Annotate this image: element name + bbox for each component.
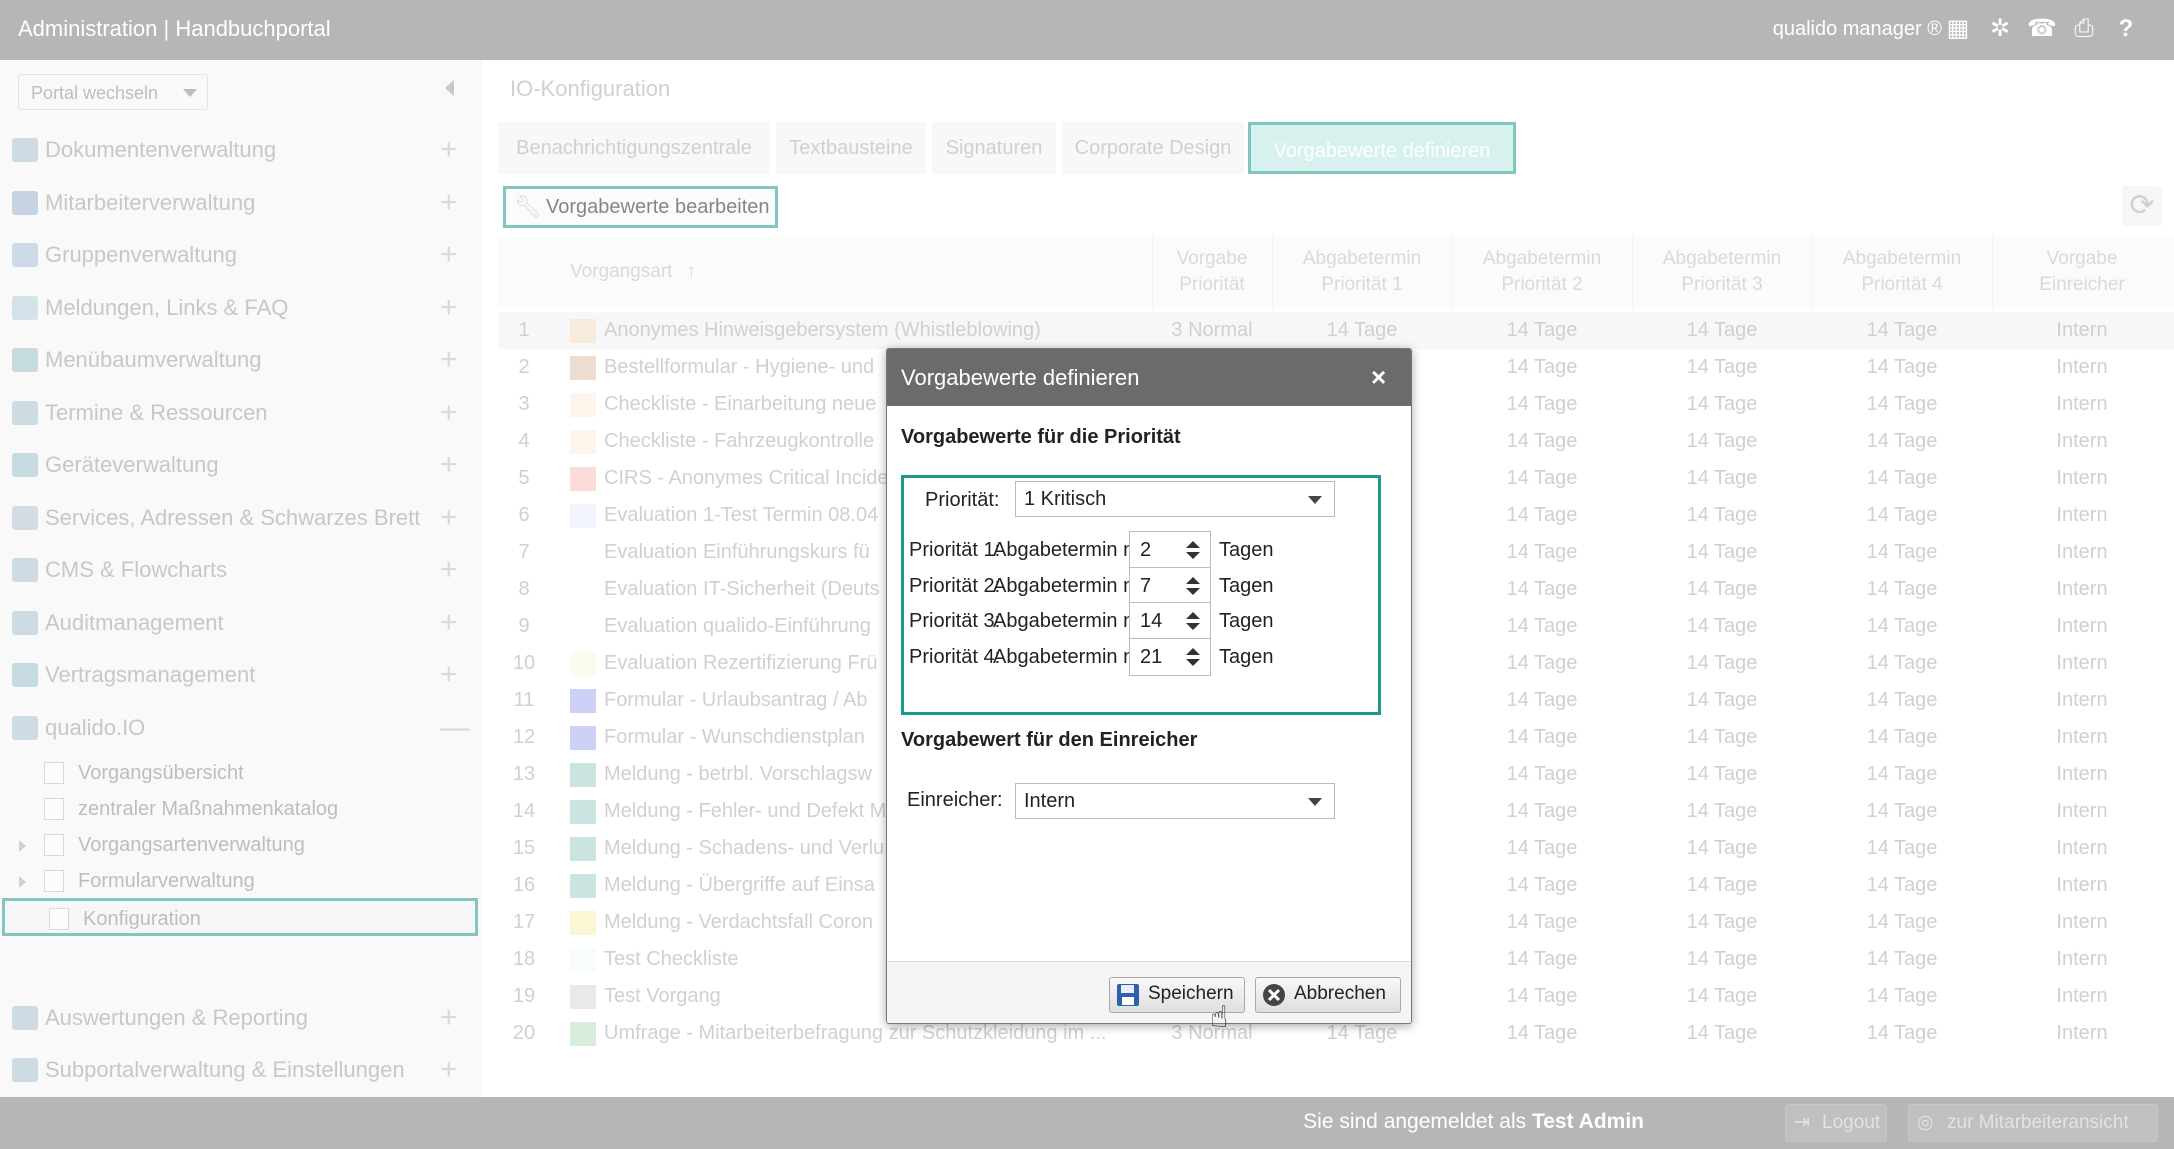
priority-row-label: Priorität 4:	[909, 646, 1001, 668]
dialog-header: Vorgabewerte definieren ×	[887, 349, 1411, 406]
priority-row-label: Priorität 1:	[909, 539, 1001, 561]
dialog-title: Vorgabewerte definieren	[901, 365, 1140, 390]
cancel-button[interactable]: Abbrechen	[1255, 977, 1401, 1013]
priority-select[interactable]: 1 Kritisch	[1015, 481, 1335, 517]
days-label: Tagen	[1219, 575, 1274, 597]
submitter-select-value: Intern	[1024, 790, 1076, 812]
increment-icon[interactable]	[1186, 541, 1200, 548]
priority-section-title: Vorgabewerte für die Priorität	[901, 426, 1181, 448]
decrement-icon[interactable]	[1186, 588, 1200, 595]
decrement-icon[interactable]	[1186, 623, 1200, 630]
priority-select-value: 1 Kritisch	[1024, 488, 1107, 510]
submitter-section-title: Vorgabewert für den Einreicher	[901, 729, 1198, 751]
cancel-icon	[1262, 983, 1286, 1007]
days-label: Tagen	[1219, 610, 1274, 632]
days-label: Tagen	[1219, 646, 1274, 668]
close-icon[interactable]: ×	[1371, 349, 1386, 406]
deadline-days-stepper[interactable]: 7	[1129, 567, 1211, 605]
deadline-days-value: 14	[1140, 610, 1163, 632]
cancel-label: Abbrechen	[1294, 983, 1386, 1004]
increment-icon[interactable]	[1186, 612, 1200, 619]
floppy-disk-icon	[1116, 983, 1140, 1007]
chevron-down-icon	[1308, 798, 1322, 806]
decrement-icon[interactable]	[1186, 552, 1200, 559]
deadline-days-stepper[interactable]: 21	[1129, 638, 1211, 676]
increment-icon[interactable]	[1186, 648, 1200, 655]
priority-label: Priorität:	[925, 489, 1000, 511]
priority-row-label: Priorität 3:	[909, 610, 1001, 632]
deadline-days-value: 21	[1140, 646, 1163, 668]
chevron-down-icon	[1308, 496, 1322, 504]
deadline-days-value: 2	[1140, 539, 1152, 561]
submitter-label: Einreicher:	[907, 789, 1003, 811]
defaults-dialog: Vorgabewerte definieren × Vorgabewerte f…	[886, 348, 1412, 1024]
increment-icon[interactable]	[1186, 577, 1200, 584]
decrement-icon[interactable]	[1186, 659, 1200, 666]
priority-row-label: Priorität 2:	[909, 575, 1001, 597]
submitter-select[interactable]: Intern	[1015, 783, 1335, 819]
deadline-days-stepper[interactable]: 2	[1129, 531, 1211, 569]
deadline-days-stepper[interactable]: 14	[1129, 602, 1211, 640]
deadline-days-value: 7	[1140, 575, 1152, 597]
hand-cursor-icon: ☝︎	[1210, 1001, 1229, 1034]
days-label: Tagen	[1219, 539, 1274, 561]
